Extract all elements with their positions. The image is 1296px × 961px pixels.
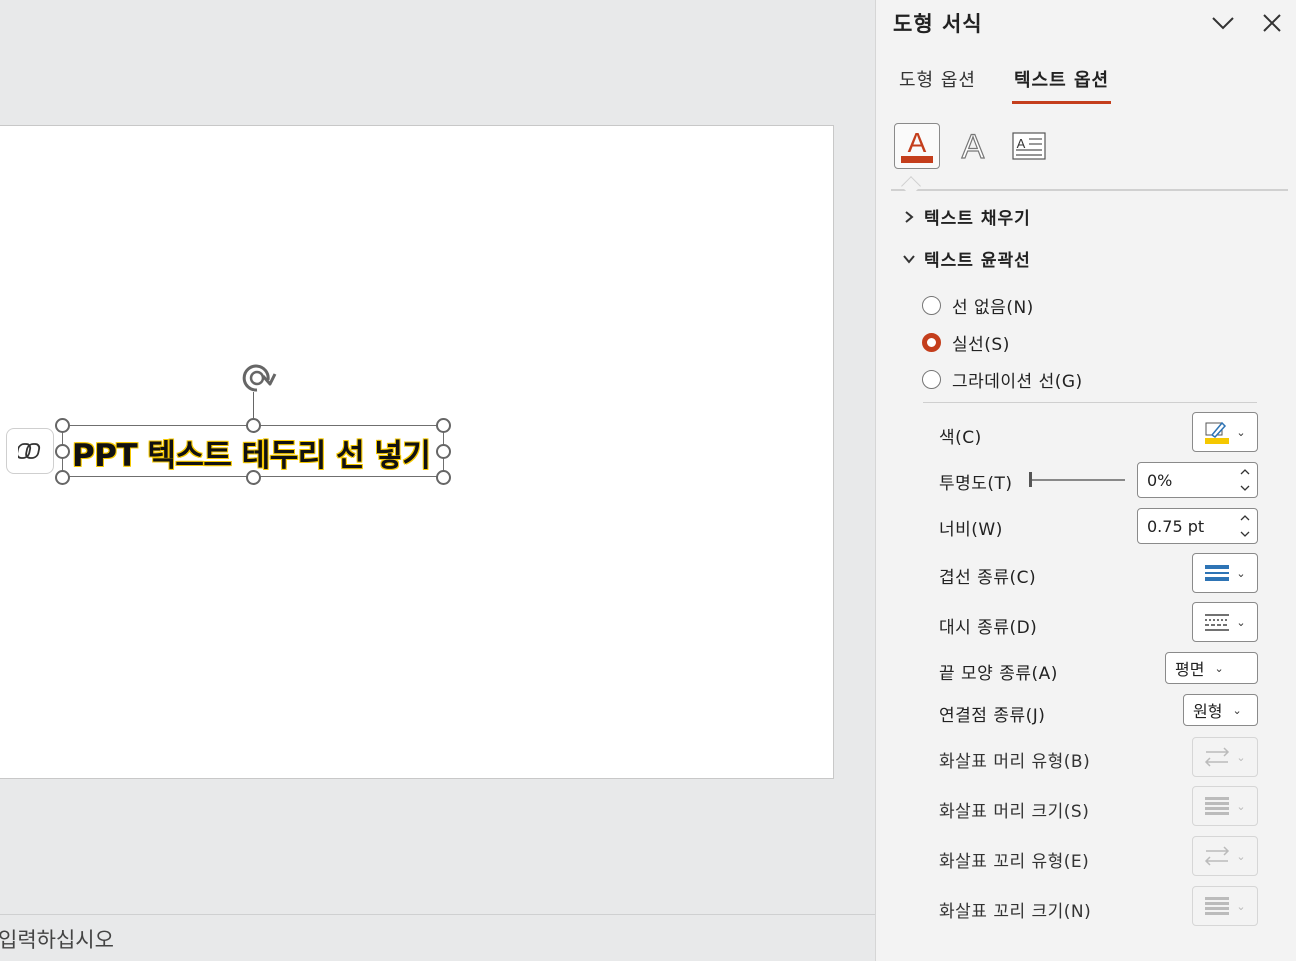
- radio-button-checked[interactable]: [922, 333, 941, 352]
- resize-handle-ml[interactable]: [55, 444, 70, 459]
- close-icon[interactable]: [1260, 11, 1284, 35]
- radio-solid-line[interactable]: 실선(S): [922, 330, 1010, 355]
- join-type-select[interactable]: 원형 ⌄: [1183, 694, 1258, 726]
- spinner-arrows-icon[interactable]: [1239, 465, 1251, 495]
- cap-type-label: 끝 모양 종류(A): [939, 664, 1058, 684]
- compound-type-label: 겹선 종류(C): [939, 568, 1037, 588]
- arrow-size-icon: [1205, 897, 1230, 915]
- slide-canvas[interactable]: PPT 텍스트 테두리 선 넣기 입력하십시오: [0, 0, 875, 961]
- copilot-button[interactable]: [6, 428, 54, 474]
- chevron-down-icon: ⌄: [1214, 661, 1224, 675]
- width-input[interactable]: 0.75 pt: [1137, 508, 1258, 544]
- width-value: 0.75 pt: [1147, 517, 1205, 536]
- chevron-down-icon: ⌄: [1236, 566, 1246, 580]
- chevron-down-icon: ⌄: [1232, 703, 1242, 717]
- copilot-icon: [18, 443, 41, 459]
- slide-text[interactable]: PPT 텍스트 테두리 선 넣기: [72, 430, 431, 475]
- svg-text:A: A: [908, 127, 927, 158]
- dash-type-button[interactable]: ⌄: [1192, 602, 1258, 642]
- tab-text-options[interactable]: 텍스트 옵션: [1014, 66, 1109, 92]
- dash-line-icon: [1205, 614, 1230, 631]
- begin-arrow-type-label: 화살표 머리 유형(B): [939, 752, 1091, 772]
- compound-type-button[interactable]: ⌄: [1192, 553, 1258, 593]
- arrow-type-icon: [1205, 846, 1230, 866]
- resize-handle-bl[interactable]: [55, 470, 70, 485]
- arrow-size-icon: [1205, 797, 1230, 815]
- resize-handle-br[interactable]: [436, 470, 451, 485]
- chevron-down-icon: ⌄: [1236, 425, 1246, 439]
- begin-arrow-type-button[interactable]: ⌄: [1192, 737, 1258, 777]
- transparency-input[interactable]: 0%: [1137, 462, 1258, 498]
- resize-handle-tm[interactable]: [246, 418, 261, 433]
- transparency-label: 투명도(T): [939, 474, 1013, 494]
- resize-handle-tl[interactable]: [55, 418, 70, 433]
- chevron-right-icon: [905, 210, 914, 223]
- color-label: 색(C): [939, 428, 982, 448]
- chevron-down-icon: ⌄: [1236, 849, 1246, 863]
- text-box-icon: A: [1012, 132, 1046, 160]
- section-text-outline-label: 텍스트 윤곽선: [924, 251, 1031, 271]
- begin-arrow-size-button[interactable]: ⌄: [1192, 786, 1258, 826]
- resize-handle-bm[interactable]: [246, 470, 261, 485]
- section-text-fill-label: 텍스트 채우기: [924, 209, 1031, 229]
- cap-type-select[interactable]: 평면 ⌄: [1165, 652, 1258, 684]
- end-arrow-type-label: 화살표 꼬리 유형(E): [939, 852, 1090, 872]
- radio-button[interactable]: [922, 370, 941, 389]
- text-effects-icon: A: [961, 127, 985, 166]
- section-text-fill[interactable]: 텍스트 채우기: [902, 204, 1031, 229]
- selected-tab-notch: [901, 176, 921, 196]
- radio-gradient-line[interactable]: 그라데이션 선(G): [922, 367, 1083, 392]
- format-shape-pane: 도형 서식 도형 옵션 텍스트 옵션 A A A 텍스트 채우기 텍스트 윤곽선…: [875, 0, 1296, 961]
- text-fill-outline-tab[interactable]: A: [894, 123, 940, 169]
- outline-color-button[interactable]: ⌄: [1192, 412, 1258, 452]
- section-text-outline[interactable]: 텍스트 윤곽선: [902, 246, 1031, 271]
- pen-color-icon: [1205, 421, 1230, 444]
- notes-placeholder[interactable]: 입력하십시오: [0, 924, 114, 954]
- transparency-value: 0%: [1147, 471, 1173, 490]
- end-arrow-size-label: 화살표 꼬리 크기(N): [939, 902, 1092, 922]
- chevron-down-icon: ⌄: [1236, 750, 1246, 764]
- join-type-label: 연결점 종류(J): [939, 706, 1046, 726]
- radio-button[interactable]: [922, 296, 941, 315]
- arrow-type-icon: [1205, 747, 1230, 767]
- cap-type-value: 평면: [1175, 660, 1205, 679]
- radio-no-line[interactable]: 선 없음(N): [922, 293, 1034, 318]
- text-box-tab[interactable]: A: [1006, 123, 1052, 169]
- resize-handle-tr[interactable]: [436, 418, 451, 433]
- pane-title: 도형 서식: [893, 12, 983, 36]
- transparency-slider[interactable]: [1031, 479, 1125, 481]
- join-type-value: 원형: [1193, 702, 1223, 721]
- chevron-down-icon: ⌄: [1236, 615, 1246, 629]
- radio-no-line-label: 선 없음(N): [952, 298, 1034, 318]
- begin-arrow-size-label: 화살표 머리 크기(S): [939, 802, 1090, 822]
- chevron-down-icon: [903, 254, 915, 264]
- radio-gradient-line-label: 그라데이션 선(G): [952, 372, 1083, 392]
- spinner-arrows-icon[interactable]: [1239, 511, 1251, 541]
- dash-type-label: 대시 종류(D): [939, 618, 1038, 638]
- chevron-down-icon: ⌄: [1236, 899, 1246, 913]
- active-tab-indicator: [1012, 101, 1111, 104]
- outline-separator: [923, 402, 1257, 403]
- icon-tabs-divider: [891, 189, 1288, 191]
- notes-divider[interactable]: [0, 914, 875, 915]
- text-fill-outline-icon: A: [901, 127, 933, 163]
- rotate-handle-icon[interactable]: [237, 360, 277, 394]
- tab-shape-options[interactable]: 도형 옵션: [899, 66, 976, 92]
- transparency-slider-thumb[interactable]: [1029, 472, 1032, 487]
- chevron-down-icon[interactable]: [1210, 12, 1236, 34]
- text-effects-tab[interactable]: A: [950, 123, 996, 169]
- svg-text:A: A: [1017, 136, 1026, 151]
- svg-text:A: A: [962, 128, 985, 166]
- end-arrow-size-button[interactable]: ⌄: [1192, 886, 1258, 926]
- resize-handle-mr[interactable]: [436, 444, 451, 459]
- end-arrow-type-button[interactable]: ⌄: [1192, 836, 1258, 876]
- compound-line-icon: [1205, 565, 1230, 581]
- width-label: 너비(W): [939, 520, 1003, 540]
- radio-solid-line-label: 실선(S): [952, 335, 1010, 355]
- chevron-down-icon: ⌄: [1236, 799, 1246, 813]
